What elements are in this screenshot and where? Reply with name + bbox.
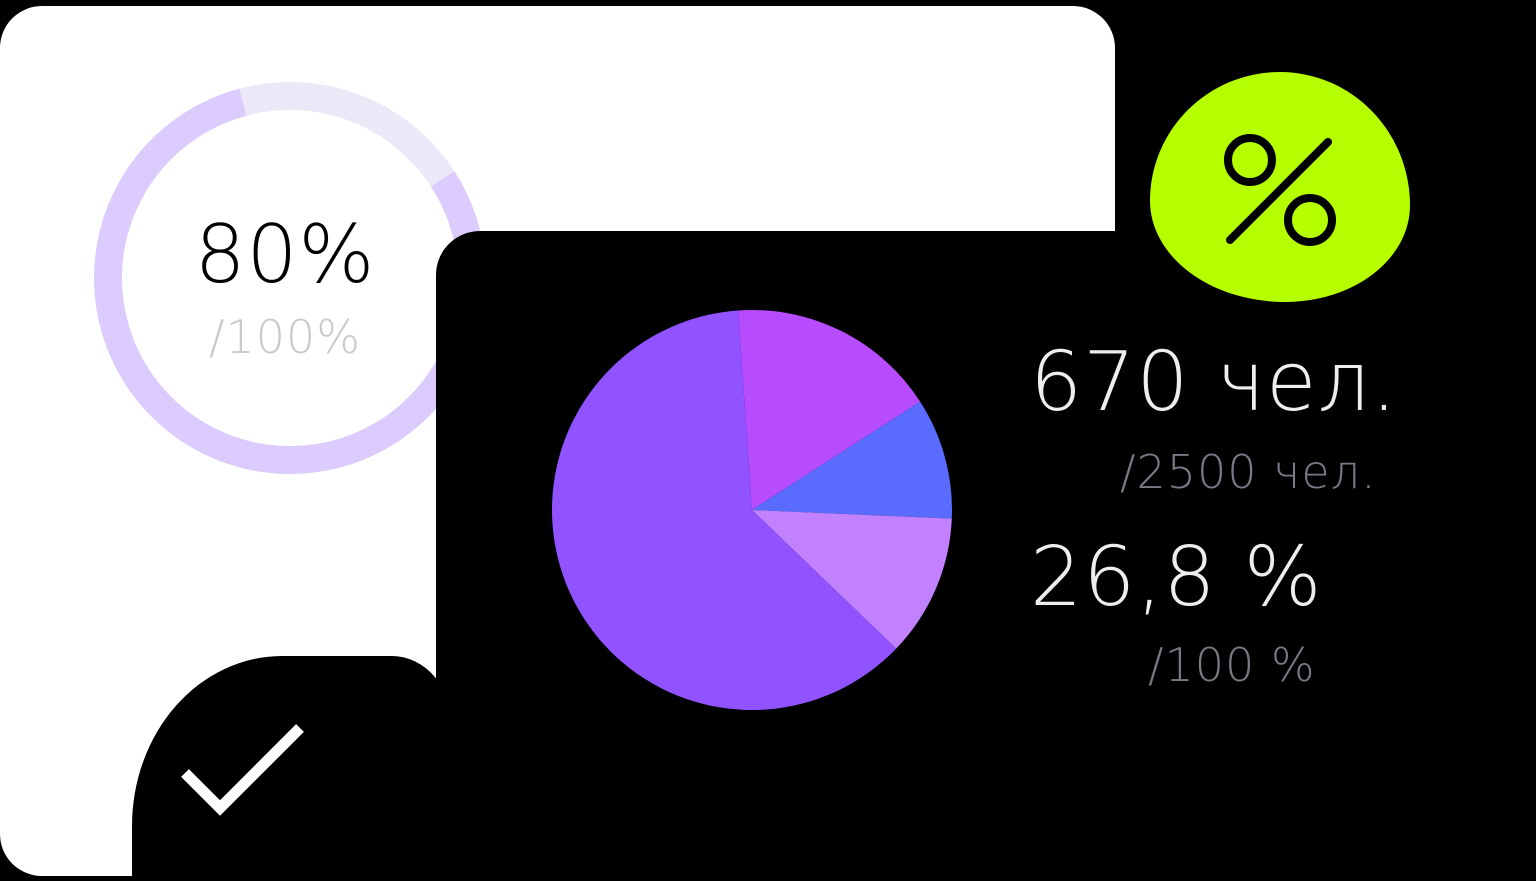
people-count-value: 670 чел.	[1030, 335, 1398, 430]
share-percent-value: 26,8 %	[1030, 530, 1323, 625]
share-percent-total: /100 %	[1148, 638, 1316, 692]
checkmark-icon	[181, 724, 304, 816]
people-count-total: /2500 чел.	[1120, 445, 1377, 499]
stage: 80% /100% 670 чел. /2500 чел. 26,8 % /10…	[0, 0, 1536, 881]
